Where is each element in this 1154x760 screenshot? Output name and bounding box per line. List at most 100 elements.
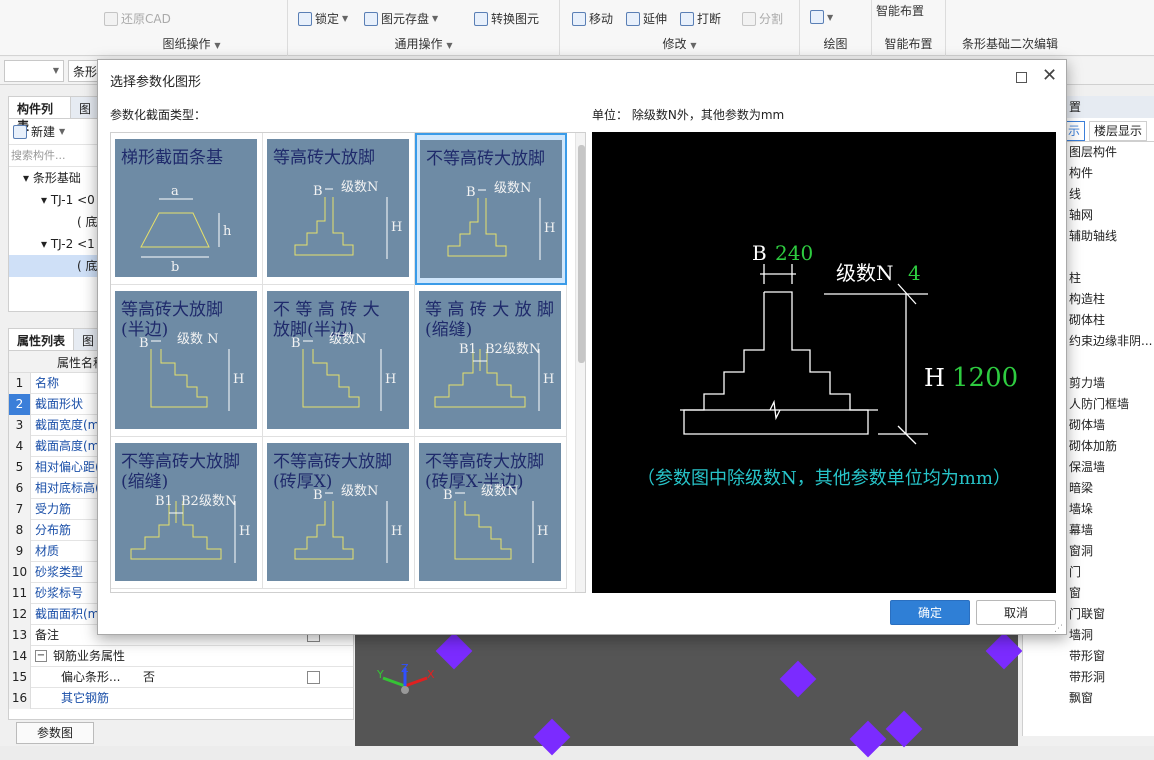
layer-item[interactable]: 飘窗 xyxy=(1023,688,1154,709)
extend-button[interactable]: 延伸 xyxy=(626,10,667,27)
smart-layout-button[interactable]: 智能布置 xyxy=(876,2,924,19)
collapse-toggle-icon[interactable]: − xyxy=(35,650,47,662)
shape-thumbnail: 不 等 高 砖 大放脚(半边) B 级数N H xyxy=(267,291,409,429)
component-list-panel: 构件列表 图 新建 ▼ 搜索构件... ▾ 条形基础 ▾ TJ-1 <0 ( 底… xyxy=(8,96,100,312)
row-number: 13 xyxy=(9,625,31,646)
shape-title: 等高砖大放脚 xyxy=(121,300,223,320)
property-name: 钢筋业务属性 xyxy=(53,649,126,663)
layer-item[interactable]: 带形洞 xyxy=(1023,667,1154,688)
tree-item[interactable]: ▾ 条形基础 xyxy=(9,167,99,189)
tab-component-list[interactable]: 构件列表 xyxy=(9,97,71,133)
dim-label: 级数N xyxy=(341,484,378,499)
axis-gizmo: Y X Z xyxy=(376,664,435,694)
tree-item[interactable]: ▾ TJ-1 <0 xyxy=(9,189,99,211)
gallery-scrollbar[interactable] xyxy=(575,133,585,592)
status-bar xyxy=(0,746,1154,760)
property-row[interactable]: 15 偏心条形... 否 xyxy=(9,667,353,688)
ribbon: 还原CAD 图纸操作 ▼ 锁定 ▼ 图元存盘 ▼ 转换图元 通用操作 ▼ 移动 延伸… xyxy=(0,0,1154,56)
row-number: 8 xyxy=(9,520,31,541)
param-figure-button[interactable]: 参数图 xyxy=(16,722,94,744)
shape-thumbnail: 梯形截面条基 a h b xyxy=(115,139,257,277)
shape-title: 不等高砖大放脚 xyxy=(121,452,240,472)
dim-label: B1 xyxy=(459,342,477,357)
dim-label: H xyxy=(233,372,244,387)
shape-option[interactable]: 梯形截面条基 a h b xyxy=(111,133,263,285)
row-number: 9 xyxy=(9,541,31,562)
dim-label: B xyxy=(313,184,323,199)
shape-thumbnail: 不等高砖大放脚 (缩缝) B1 B2 级数N H xyxy=(115,443,257,581)
drawing-canvas[interactable]: Y X Z xyxy=(355,632,1023,758)
lock-button[interactable]: 锁定 ▼ xyxy=(298,10,348,27)
resize-grip[interactable]: ⋰ xyxy=(1054,624,1063,634)
shape-option[interactable]: 不等高砖大放脚 (砖厚X) B 级数N H xyxy=(263,437,415,589)
layer-item[interactable]: 带形窗 xyxy=(1023,646,1154,667)
svg-text:X: X xyxy=(427,668,435,681)
dim-label: B2 xyxy=(485,342,503,357)
shape-title: 梯形截面条基 xyxy=(121,148,223,168)
ribbon-group-draw: ▼ 绘图 xyxy=(800,0,872,56)
ribbon-group-label: 条形基础二次编辑 xyxy=(961,37,1058,51)
foundation-marker xyxy=(779,660,817,698)
shape-option[interactable]: 不 等 高 砖 大放脚(半边) B 级数N H xyxy=(263,285,415,437)
save-element-icon xyxy=(364,11,378,26)
split-button[interactable]: 分割 xyxy=(742,10,783,27)
arc-icon xyxy=(810,10,824,24)
row-number: 3 xyxy=(9,415,31,436)
dim-label: H xyxy=(391,220,402,235)
property-checkbox[interactable] xyxy=(307,671,320,684)
tab-property-list[interactable]: 属性列表 xyxy=(9,329,75,350)
property-row[interactable]: 14 钢筋业务属性 − xyxy=(9,646,353,667)
ribbon-group-modify: 移动 延伸 打断 分割 修改 ▼ xyxy=(560,0,800,56)
shape-option[interactable]: 不等高砖大放脚 B 级数N H xyxy=(415,133,567,285)
row-number: 14 xyxy=(9,646,31,667)
new-button[interactable]: 新建 xyxy=(31,123,55,140)
shape-option[interactable]: 不等高砖大放脚 (砖厚X-半边) B 级数N H xyxy=(415,437,567,589)
shape-option[interactable]: 等高砖大放脚 B 级数N H xyxy=(263,133,415,285)
close-button[interactable]: ✕ xyxy=(1042,67,1057,85)
shape-thumbnail: 不等高砖大放脚 (砖厚X-半边) B 级数N H xyxy=(419,443,561,581)
preview-drawing: B 240 级数N 4 H 1200 （参数图中除级数N，其他参数单位均为mm） xyxy=(637,241,1018,489)
property-name: 名称 xyxy=(35,376,60,390)
row-number: 12 xyxy=(9,604,31,625)
scrollbar-thumb[interactable] xyxy=(578,145,585,363)
shape-title: 不等高砖大放脚 xyxy=(273,452,392,472)
move-button[interactable]: 移动 xyxy=(572,10,613,27)
shape-sketch: 不等高砖大放脚 B 级数N H xyxy=(426,149,555,260)
dim-label: B xyxy=(466,185,476,200)
tree-item[interactable]: ( 底 xyxy=(9,211,99,233)
tree-item[interactable]: ( 底 xyxy=(9,255,99,277)
convert-element-button[interactable]: 转换图元 xyxy=(474,10,539,27)
shape-preview: B 240 级数N 4 H 1200 （参数图中除级数N，其他参数单位均为mm） xyxy=(592,132,1056,593)
shape-sketch: 梯形截面条基 a h b xyxy=(121,148,232,275)
property-name: 砂浆标号 xyxy=(35,586,84,600)
save-element-button[interactable]: 图元存盘 ▼ xyxy=(364,10,438,27)
property-row[interactable]: 16 其它钢筋 xyxy=(9,688,353,709)
arc-draw-button[interactable]: ▼ xyxy=(810,10,833,24)
tab-floor-display[interactable]: 楼层显示 xyxy=(1089,121,1148,141)
ok-button[interactable]: 确定 xyxy=(890,600,970,625)
component-search-input[interactable]: 搜索构件... xyxy=(9,145,99,167)
shape-option[interactable]: 等 高 砖 大 放 脚 (缩缝) B1 B2 级数N H xyxy=(415,285,567,437)
floor-combo[interactable]: ▼ xyxy=(4,60,64,82)
shape-option[interactable]: 不等高砖大放脚 (缩缝) B1 B2 级数N H xyxy=(111,437,263,589)
restore-cad-button[interactable]: 还原CAD xyxy=(104,10,171,27)
svg-text:Y: Y xyxy=(376,668,384,681)
property-value[interactable]: 否 xyxy=(143,667,155,688)
break-button[interactable]: 打断 xyxy=(680,10,721,27)
dim-label: 级数N xyxy=(503,342,540,357)
dim-label: 级数 N xyxy=(177,332,219,347)
dim-label: h xyxy=(223,224,232,239)
shape-thumbnail: 等高砖大放脚 (半边) B 级数 NH xyxy=(115,291,257,429)
property-name: 截面高度(m xyxy=(35,439,100,453)
shape-sketch: 不等高砖大放脚(砖厚X)B 级数N H xyxy=(273,452,402,563)
preview-N-value: 4 xyxy=(908,261,921,285)
tree-item[interactable]: ▾ TJ-2 <1 xyxy=(9,233,99,255)
tab-drawing[interactable]: 图 xyxy=(71,97,99,118)
unit-label: 单位： 除级数N外，其他参数为mm xyxy=(592,108,785,122)
maximize-button[interactable] xyxy=(1016,72,1027,83)
preview-N-label: 级数N xyxy=(836,261,894,285)
shape-option[interactable]: 等高砖大放脚 (半边) B 级数 NH xyxy=(111,285,263,437)
property-name: 截面宽度(m xyxy=(35,418,100,432)
shape-thumbnail: 不等高砖大放脚 (砖厚X) B 级数N H xyxy=(267,443,409,581)
cancel-button[interactable]: 取消 xyxy=(976,600,1056,625)
